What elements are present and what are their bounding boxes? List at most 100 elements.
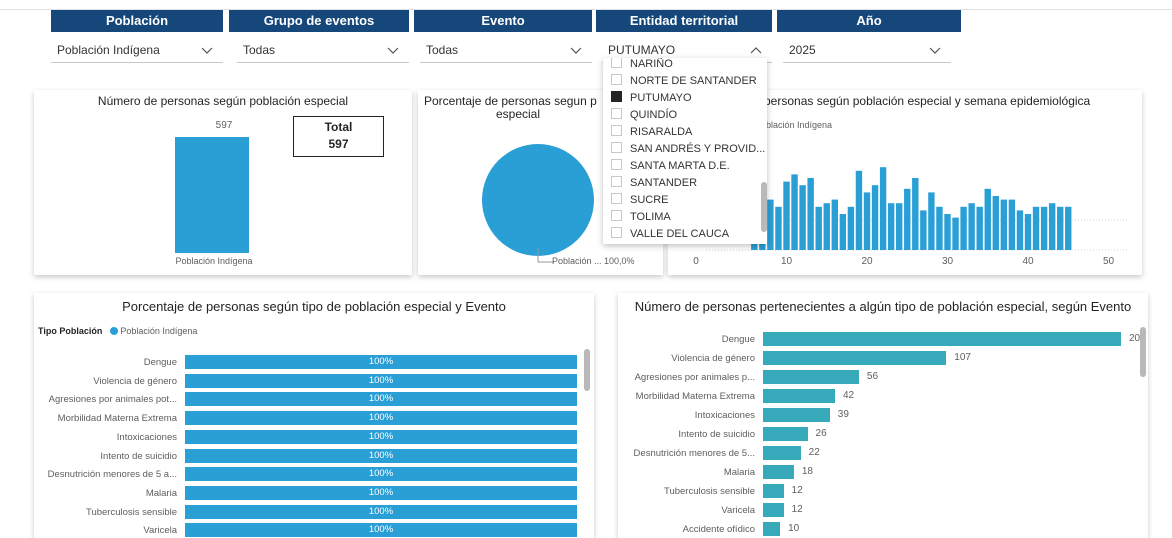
week-bar[interactable] [799,185,806,250]
territory-option[interactable]: PUTUMAYO [611,91,692,108]
count-bar[interactable] [763,465,794,479]
checkbox-checked-icon[interactable] [611,91,622,102]
bar-poblacion-indigena[interactable] [175,137,249,253]
percent-bar[interactable]: 100% [185,429,577,444]
week-bar[interactable] [920,210,927,250]
count-bar[interactable] [763,484,784,498]
territory-option[interactable]: QUINDÍO [611,108,677,125]
week-bar[interactable] [775,206,782,250]
count-bar[interactable] [763,370,859,384]
checkbox-icon[interactable] [611,210,622,221]
territory-option[interactable]: NORTE DE SANTANDER [611,74,757,91]
week-bar[interactable] [936,206,943,250]
percent-bar[interactable]: 100% [185,392,577,407]
week-bar[interactable] [944,214,951,250]
week-bar[interactable] [904,188,911,250]
filter-header-entidad-territorial: Entidad territorial [596,10,772,32]
x-tick-label: 20 [861,256,873,267]
percent-bar[interactable]: 100% [185,523,577,538]
chart-scrollbar[interactable] [584,349,590,391]
week-bar[interactable] [928,192,935,250]
count-bar[interactable] [763,351,947,365]
week-bar[interactable] [839,214,847,250]
checkbox-icon[interactable] [611,193,622,204]
checkbox-icon[interactable] [611,58,622,68]
count-bar[interactable] [763,446,801,460]
count-value-label: 10 [788,523,800,534]
week-bar[interactable] [815,206,822,250]
grupo-eventos-dropdown[interactable]: Todas [237,39,409,63]
count-bar[interactable] [763,332,1121,346]
territory-option[interactable]: TOLIMA [611,210,671,227]
week-bar[interactable] [968,203,975,250]
week-bar[interactable] [952,217,959,250]
week-bar[interactable] [823,203,830,250]
percent-bar[interactable]: 100% [185,448,577,463]
territory-option-label: SUCRE [630,194,669,206]
week-bar[interactable] [912,178,919,250]
territory-option[interactable]: SANTA MARTA D.E. [611,159,730,176]
percent-bar[interactable]: 100% [185,485,577,500]
week-bar[interactable] [1000,199,1008,250]
week-bar[interactable] [992,196,999,250]
percent-bar[interactable]: 100% [185,411,577,426]
week-bar[interactable] [1008,199,1016,250]
week-bar[interactable] [1032,206,1040,250]
count-bar[interactable] [763,427,808,441]
week-bar[interactable] [896,203,903,250]
count-bar[interactable] [763,522,781,536]
week-bar[interactable] [1048,203,1056,250]
card-title-line2: especial [495,107,541,121]
checkbox-icon[interactable] [611,125,622,136]
checkbox-icon[interactable] [611,176,622,187]
week-bar[interactable] [1016,210,1024,250]
week-bar[interactable] [807,178,814,250]
percent-bar[interactable]: 100% [185,373,577,388]
week-bar[interactable] [1065,206,1072,250]
checkbox-icon[interactable] [611,142,622,153]
week-bar[interactable] [1040,206,1048,250]
week-bar[interactable] [984,188,991,250]
percent-bar[interactable]: 100% [185,467,577,482]
week-bar[interactable] [879,167,887,250]
week-bar[interactable] [1057,206,1064,250]
week-bar[interactable] [871,185,879,250]
territory-option[interactable]: SANTANDER [611,176,697,193]
card-porcentaje-tipo-evento: Porcentaje de personas según tipo de pob… [34,293,594,538]
checkbox-icon[interactable] [611,74,622,85]
territory-option[interactable]: NARIÑO [611,58,673,74]
week-bar[interactable] [887,203,895,250]
poblacion-dropdown[interactable]: Población Indígena [51,39,223,63]
percent-bar[interactable]: 100% [185,355,577,369]
week-bar[interactable] [767,199,774,250]
week-bar[interactable] [1024,214,1032,250]
week-bar[interactable] [783,181,790,250]
territory-option[interactable]: VALLE DEL CAUCA [611,227,729,244]
count-bar[interactable] [763,389,835,403]
week-bar[interactable] [855,170,863,250]
card-numero-personas-evento: Número de personas pertenecientes a algú… [618,293,1148,538]
pie-slice-poblacion[interactable] [482,144,594,256]
territory-option[interactable]: RISARALDA [611,125,692,142]
week-bar[interactable] [976,206,983,250]
week-bar[interactable] [831,199,838,250]
anio-dropdown[interactable]: 2025 [783,39,951,63]
territory-option[interactable]: SUCRE [611,193,669,210]
week-bar[interactable] [863,192,871,250]
territory-option[interactable]: SAN ANDRÉS Y PROVID... [611,142,765,159]
checkbox-icon[interactable] [611,227,622,238]
percent-bar[interactable]: 100% [185,504,577,519]
pie-chart[interactable] [478,140,598,260]
chart-scrollbar[interactable] [1140,327,1146,377]
week-bar[interactable] [847,206,855,250]
checkbox-icon[interactable] [611,108,622,119]
week-bar[interactable] [960,206,967,250]
list-scrollbar[interactable] [761,182,767,232]
checkbox-icon[interactable] [611,159,622,170]
evento-dropdown[interactable]: Todas [420,39,592,63]
grupo-eventos-dropdown-value: Todas [243,43,276,57]
count-bar[interactable] [763,503,784,517]
week-bar[interactable] [791,174,798,250]
category-label: Malaria [145,487,177,499]
count-bar[interactable] [763,408,830,422]
